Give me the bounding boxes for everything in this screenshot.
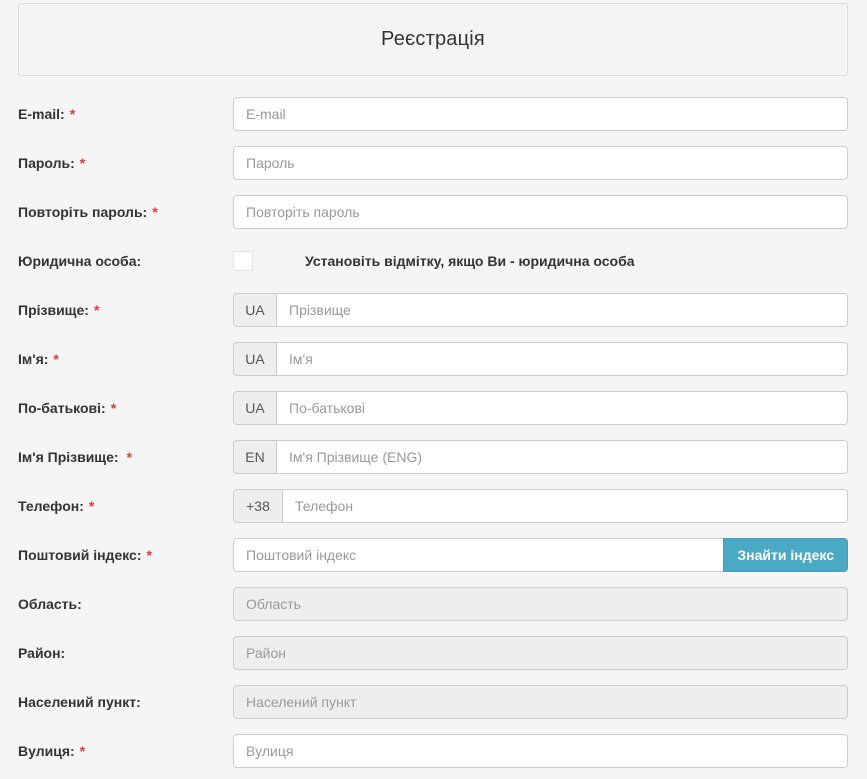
language-addon: UA [233, 391, 276, 425]
password-row: Пароль: * [0, 146, 867, 180]
required-marker: * [146, 547, 152, 563]
required-marker: * [53, 351, 59, 367]
district-input [233, 636, 848, 670]
name-input[interactable] [276, 342, 848, 376]
postcode-row: Поштовий індекс: * Знайти індекс [0, 538, 867, 572]
legal-entity-checkbox[interactable] [233, 251, 253, 271]
email-label: E-mail: * [18, 106, 76, 122]
locality-row: Населений пункт: [0, 685, 867, 719]
phone-code-addon: +38 [233, 489, 282, 523]
name-en-row: Ім'я Прізвище: * EN [0, 440, 867, 474]
language-addon: UA [233, 293, 276, 327]
language-addon: UA [233, 342, 276, 376]
registration-page: Реєстрація E-mail: * Пароль: * Повторіть… [0, 0, 867, 779]
name-en-label: Ім'я Прізвище: * [18, 449, 133, 465]
locality-input [233, 685, 848, 719]
required-marker: * [88, 498, 95, 514]
registration-header: Реєстрація [18, 3, 848, 76]
surname-input[interactable] [276, 293, 848, 327]
page-title: Реєстрація [381, 28, 485, 50]
street-label: Вулиця: * [18, 743, 86, 759]
email-row: E-mail: * [0, 97, 867, 131]
password-repeat-row: Повторіть пароль: * [0, 195, 867, 229]
postcode-label: Поштовий індекс: * [18, 547, 152, 563]
password-input[interactable] [233, 146, 848, 180]
required-marker: * [79, 743, 86, 759]
street-row: Вулиця: * [0, 734, 867, 768]
legal-entity-label: Юридична особа: [18, 253, 142, 269]
name-label: Ім'я: * [18, 351, 59, 367]
password-repeat-label: Повторіть пароль: * [18, 204, 158, 220]
patronymic-label: По-батькові: * [18, 400, 117, 416]
required-marker: * [152, 204, 158, 220]
district-label: Район: [18, 645, 66, 661]
language-addon: EN [233, 440, 276, 474]
email-input[interactable] [233, 97, 848, 131]
region-row: Область: [0, 587, 867, 621]
street-input[interactable] [233, 734, 848, 768]
required-marker: * [79, 155, 86, 171]
phone-label: Телефон: * [18, 498, 95, 514]
find-postcode-button[interactable]: Знайти індекс [723, 538, 848, 572]
patronymic-row: По-батькові: * UA [0, 391, 867, 425]
password-label: Пароль: * [18, 155, 86, 171]
legal-entity-hint: Установіть відмітку, якщо Ви - юридична … [305, 253, 635, 269]
region-label: Область: [18, 596, 82, 612]
region-input [233, 587, 848, 621]
surname-row: Прізвище: * UA [0, 293, 867, 327]
locality-label: Населений пункт: [18, 694, 141, 710]
required-marker: * [126, 449, 133, 465]
postcode-input[interactable] [233, 538, 724, 572]
name-row: Ім'я: * UA [0, 342, 867, 376]
district-row: Район: [0, 636, 867, 670]
password-repeat-input[interactable] [233, 195, 848, 229]
phone-input[interactable] [282, 489, 848, 523]
legal-entity-row: Юридична особа: Установіть відмітку, якщ… [0, 244, 867, 278]
phone-row: Телефон: * +38 [0, 489, 867, 523]
name-en-input[interactable] [276, 440, 848, 474]
required-marker: * [69, 106, 76, 122]
surname-label: Прізвище: * [18, 302, 100, 318]
patronymic-input[interactable] [276, 391, 848, 425]
required-marker: * [93, 302, 100, 318]
required-marker: * [110, 400, 117, 416]
